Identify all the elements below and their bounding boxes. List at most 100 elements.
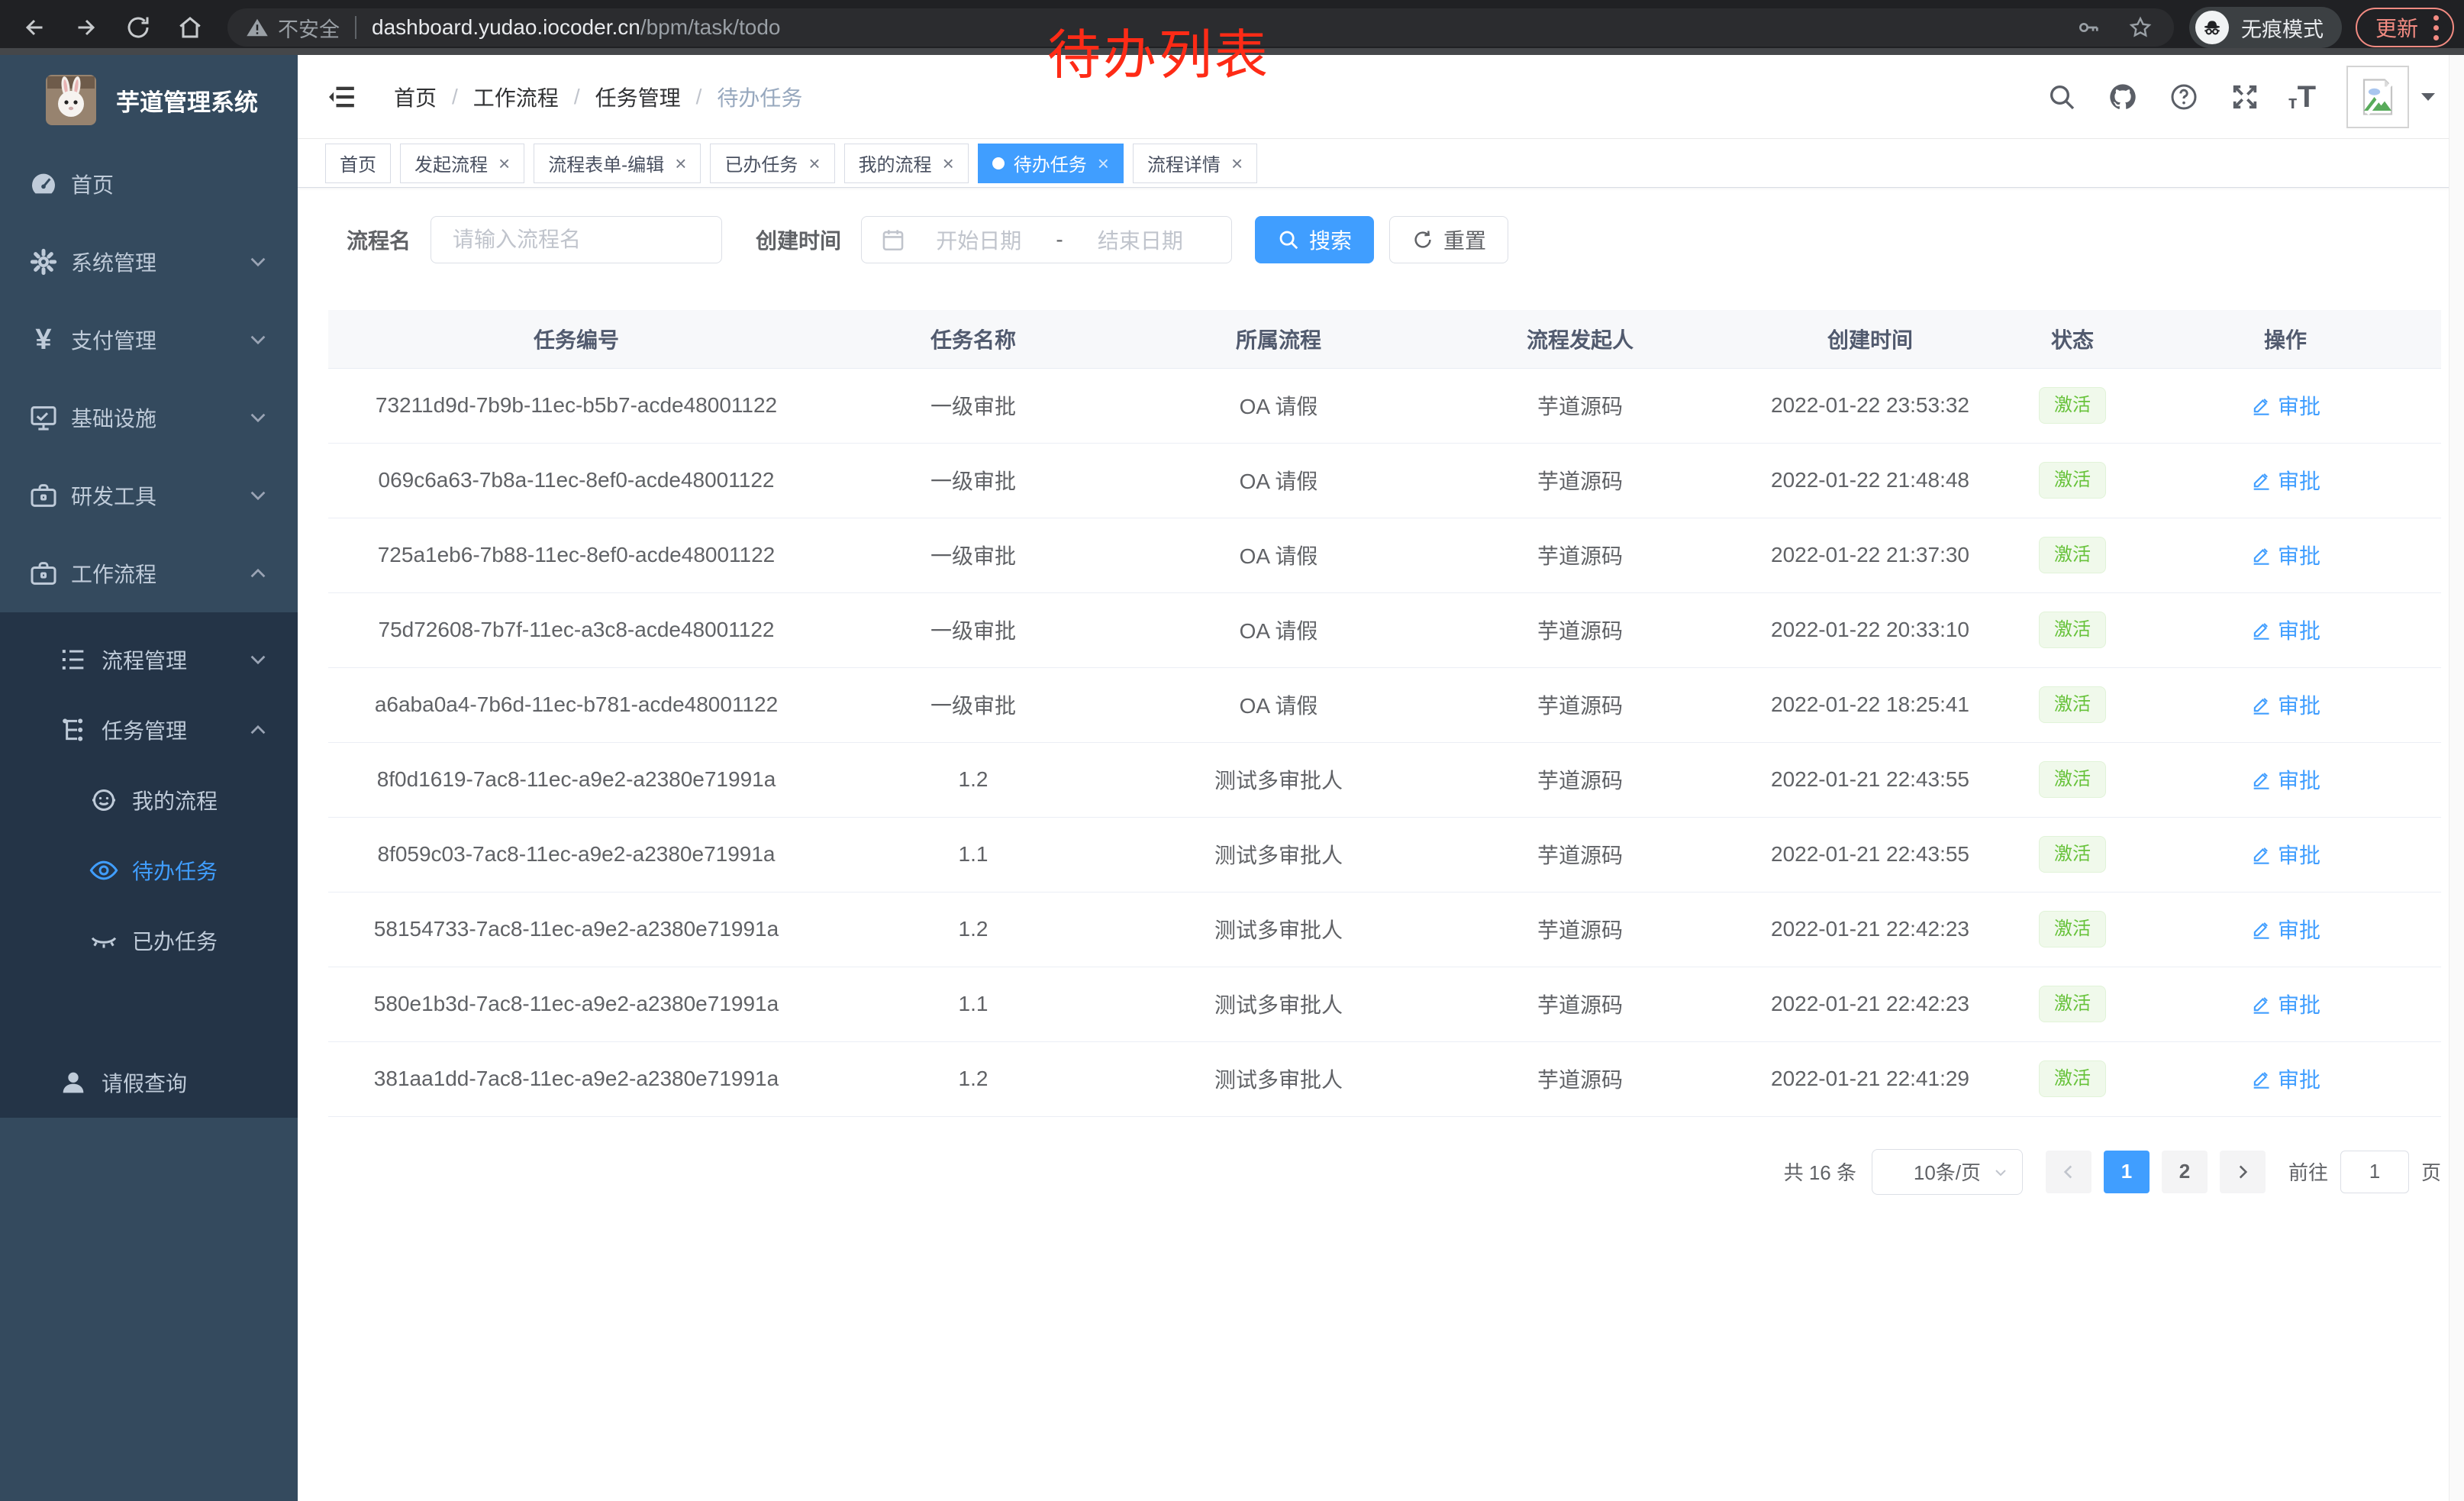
kebab-menu-icon[interactable] xyxy=(2433,15,2439,40)
sidebar-item-todo-tasks[interactable]: 待办任务 xyxy=(0,835,298,905)
sidebar-item-my-process[interactable]: 我的流程 xyxy=(0,765,298,835)
approve-link[interactable]: 审批 xyxy=(2250,914,2320,944)
key-icon[interactable] xyxy=(2073,12,2104,43)
tab-item[interactable]: 已办任务× xyxy=(710,144,834,183)
eye-closed-icon xyxy=(86,923,121,958)
sidebar-item-infrastructure[interactable]: 基础设施 xyxy=(0,379,298,457)
fullscreen-icon[interactable] xyxy=(2227,79,2262,115)
cell-task-name: 1.1 xyxy=(824,967,1122,1041)
pagination: 共 16 条 10条/页 12 前往 页 xyxy=(328,1149,2441,1195)
sidebar-item-label: 支付管理 xyxy=(71,324,156,355)
page-size-select[interactable]: 10条/页 xyxy=(1872,1149,2023,1195)
tab-item[interactable]: 我的流程× xyxy=(844,144,969,183)
sidebar-item-process-mgmt[interactable]: 流程管理 xyxy=(0,625,298,695)
url-text[interactable]: dashboard.yudao.iocoder.cn/bpm/task/todo xyxy=(372,15,780,40)
tab-item[interactable]: 流程详情× xyxy=(1133,144,1257,183)
sidebar-item-dev-tools[interactable]: 研发工具 xyxy=(0,457,298,534)
prev-page-button[interactable] xyxy=(2046,1151,2091,1193)
cell-task-name: 一级审批 xyxy=(824,368,1122,443)
approve-link[interactable]: 审批 xyxy=(2250,465,2320,495)
close-icon[interactable]: × xyxy=(943,153,954,173)
reload-icon[interactable] xyxy=(121,10,156,45)
update-button[interactable]: 更新 xyxy=(2356,8,2454,47)
page-scrollbar[interactable] xyxy=(2449,55,2464,1501)
close-icon[interactable]: × xyxy=(675,153,686,173)
close-icon[interactable]: × xyxy=(808,153,820,173)
sidebar-item-system[interactable]: 系统管理 xyxy=(0,223,298,301)
reset-button[interactable]: 重置 xyxy=(1389,216,1508,263)
process-name-input[interactable] xyxy=(431,216,722,263)
list-tree-icon xyxy=(56,642,91,677)
sidebar-item-leave-query[interactable]: 请假查询 xyxy=(0,1047,298,1118)
approve-link[interactable]: 审批 xyxy=(2250,989,2320,1019)
date-range-picker[interactable]: 开始日期 - 结束日期 xyxy=(861,216,1232,263)
tags-view-bar: 首页发起流程× 流程表单-编辑×已办任务× 我的流程×待办任务×流程详情× xyxy=(298,139,2464,188)
approve-label: 审批 xyxy=(2278,540,2320,570)
back-icon[interactable] xyxy=(17,10,52,45)
cell-task-id: 8f059c03-7ac8-11ec-a9e2-a2380e71991a xyxy=(328,817,824,892)
chevron-down-icon xyxy=(247,407,269,428)
edit-icon xyxy=(2250,1068,2272,1089)
breadcrumb-home[interactable]: 首页 xyxy=(394,82,437,112)
approve-link[interactable]: 审批 xyxy=(2250,390,2320,421)
search-icon xyxy=(1277,228,1300,251)
cell-starter: 芋道源码 xyxy=(1435,892,1725,967)
tab-item[interactable]: 发起流程× xyxy=(400,144,524,183)
insecure-warning[interactable]: 不安全 xyxy=(246,13,340,43)
approve-label: 审批 xyxy=(2278,465,2320,495)
help-icon[interactable] xyxy=(2166,79,2201,115)
avatar[interactable] xyxy=(2346,66,2409,128)
approve-link[interactable]: 审批 xyxy=(2250,839,2320,870)
cell-create-time: 2022-01-22 18:25:41 xyxy=(1725,667,2015,742)
search-form: 流程名 创建时间 开始日期 - 结束日期 搜索 重置 xyxy=(347,215,2464,264)
close-icon[interactable]: × xyxy=(1231,153,1243,173)
approve-link[interactable]: 审批 xyxy=(2250,615,2320,645)
start-date-placeholder[interactable]: 开始日期 xyxy=(906,224,1051,255)
close-icon[interactable]: × xyxy=(498,153,510,173)
cell-starter: 芋道源码 xyxy=(1435,443,1725,518)
page-number-button[interactable]: 2 xyxy=(2162,1151,2208,1193)
approve-link[interactable]: 审批 xyxy=(2250,689,2320,720)
tab-item[interactable]: 待办任务× xyxy=(978,144,1124,183)
hamburger-icon[interactable] xyxy=(325,80,359,114)
close-icon[interactable]: × xyxy=(1098,153,1109,173)
approve-link[interactable]: 审批 xyxy=(2250,1064,2320,1094)
next-page-button[interactable] xyxy=(2220,1151,2266,1193)
home-icon[interactable] xyxy=(173,10,208,45)
breadcrumb-workflow[interactable]: 工作流程 xyxy=(473,82,559,112)
star-icon[interactable] xyxy=(2125,12,2156,43)
tab-item[interactable]: 流程表单-编辑× xyxy=(534,144,701,183)
table-row: 8f0d1619-7ac8-11ec-a9e2-a2380e71991a1.2测… xyxy=(328,742,2441,817)
search-button[interactable]: 搜索 xyxy=(1255,216,1374,263)
page-number-button[interactable]: 1 xyxy=(2104,1151,2150,1193)
search-icon[interactable] xyxy=(2044,79,2079,115)
cell-task-id: 069c6a63-7b8a-11ec-8ef0-acde48001122 xyxy=(328,443,824,518)
tab-item[interactable]: 首页 xyxy=(325,144,391,183)
sidebar-item-done-tasks[interactable]: 已办任务 xyxy=(0,905,298,976)
breadcrumb-task-mgmt[interactable]: 任务管理 xyxy=(595,82,681,112)
status-badge: 激活 xyxy=(2039,387,2106,424)
goto-page-input[interactable] xyxy=(2340,1151,2409,1193)
col-create-time: 创建时间 xyxy=(1725,310,2015,368)
approve-link[interactable]: 审批 xyxy=(2250,764,2320,795)
font-size-icon[interactable]: тT xyxy=(2288,82,2316,112)
cell-create-time: 2022-01-22 21:37:30 xyxy=(1725,518,2015,592)
github-icon[interactable] xyxy=(2105,79,2140,115)
incognito-icon xyxy=(2195,11,2229,44)
sidebar-item-payment[interactable]: ¥ 支付管理 xyxy=(0,301,298,379)
sidebar-item-task-mgmt[interactable]: 任务管理 xyxy=(0,695,298,765)
caret-down-icon[interactable] xyxy=(2420,92,2437,102)
approve-label: 审批 xyxy=(2278,615,2320,645)
forward-icon[interactable] xyxy=(69,10,104,45)
end-date-placeholder[interactable]: 结束日期 xyxy=(1068,224,1213,255)
cell-process: 测试多审批人 xyxy=(1122,967,1435,1041)
cell-create-time: 2022-01-22 21:48:48 xyxy=(1725,443,2015,518)
cell-task-name: 1.1 xyxy=(824,817,1122,892)
sidebar-item-workflow[interactable]: 工作流程 xyxy=(0,534,298,612)
cell-create-time: 2022-01-21 22:42:23 xyxy=(1725,967,2015,1041)
app-logo-row[interactable]: 芋道管理系统 xyxy=(0,55,298,145)
approve-link[interactable]: 审批 xyxy=(2250,540,2320,570)
workflow-submenu: 流程管理 任务管理 我的流程 待办任务 xyxy=(0,612,298,1118)
sidebar-item-home[interactable]: 首页 xyxy=(0,145,298,223)
cell-task-name: 1.2 xyxy=(824,892,1122,967)
